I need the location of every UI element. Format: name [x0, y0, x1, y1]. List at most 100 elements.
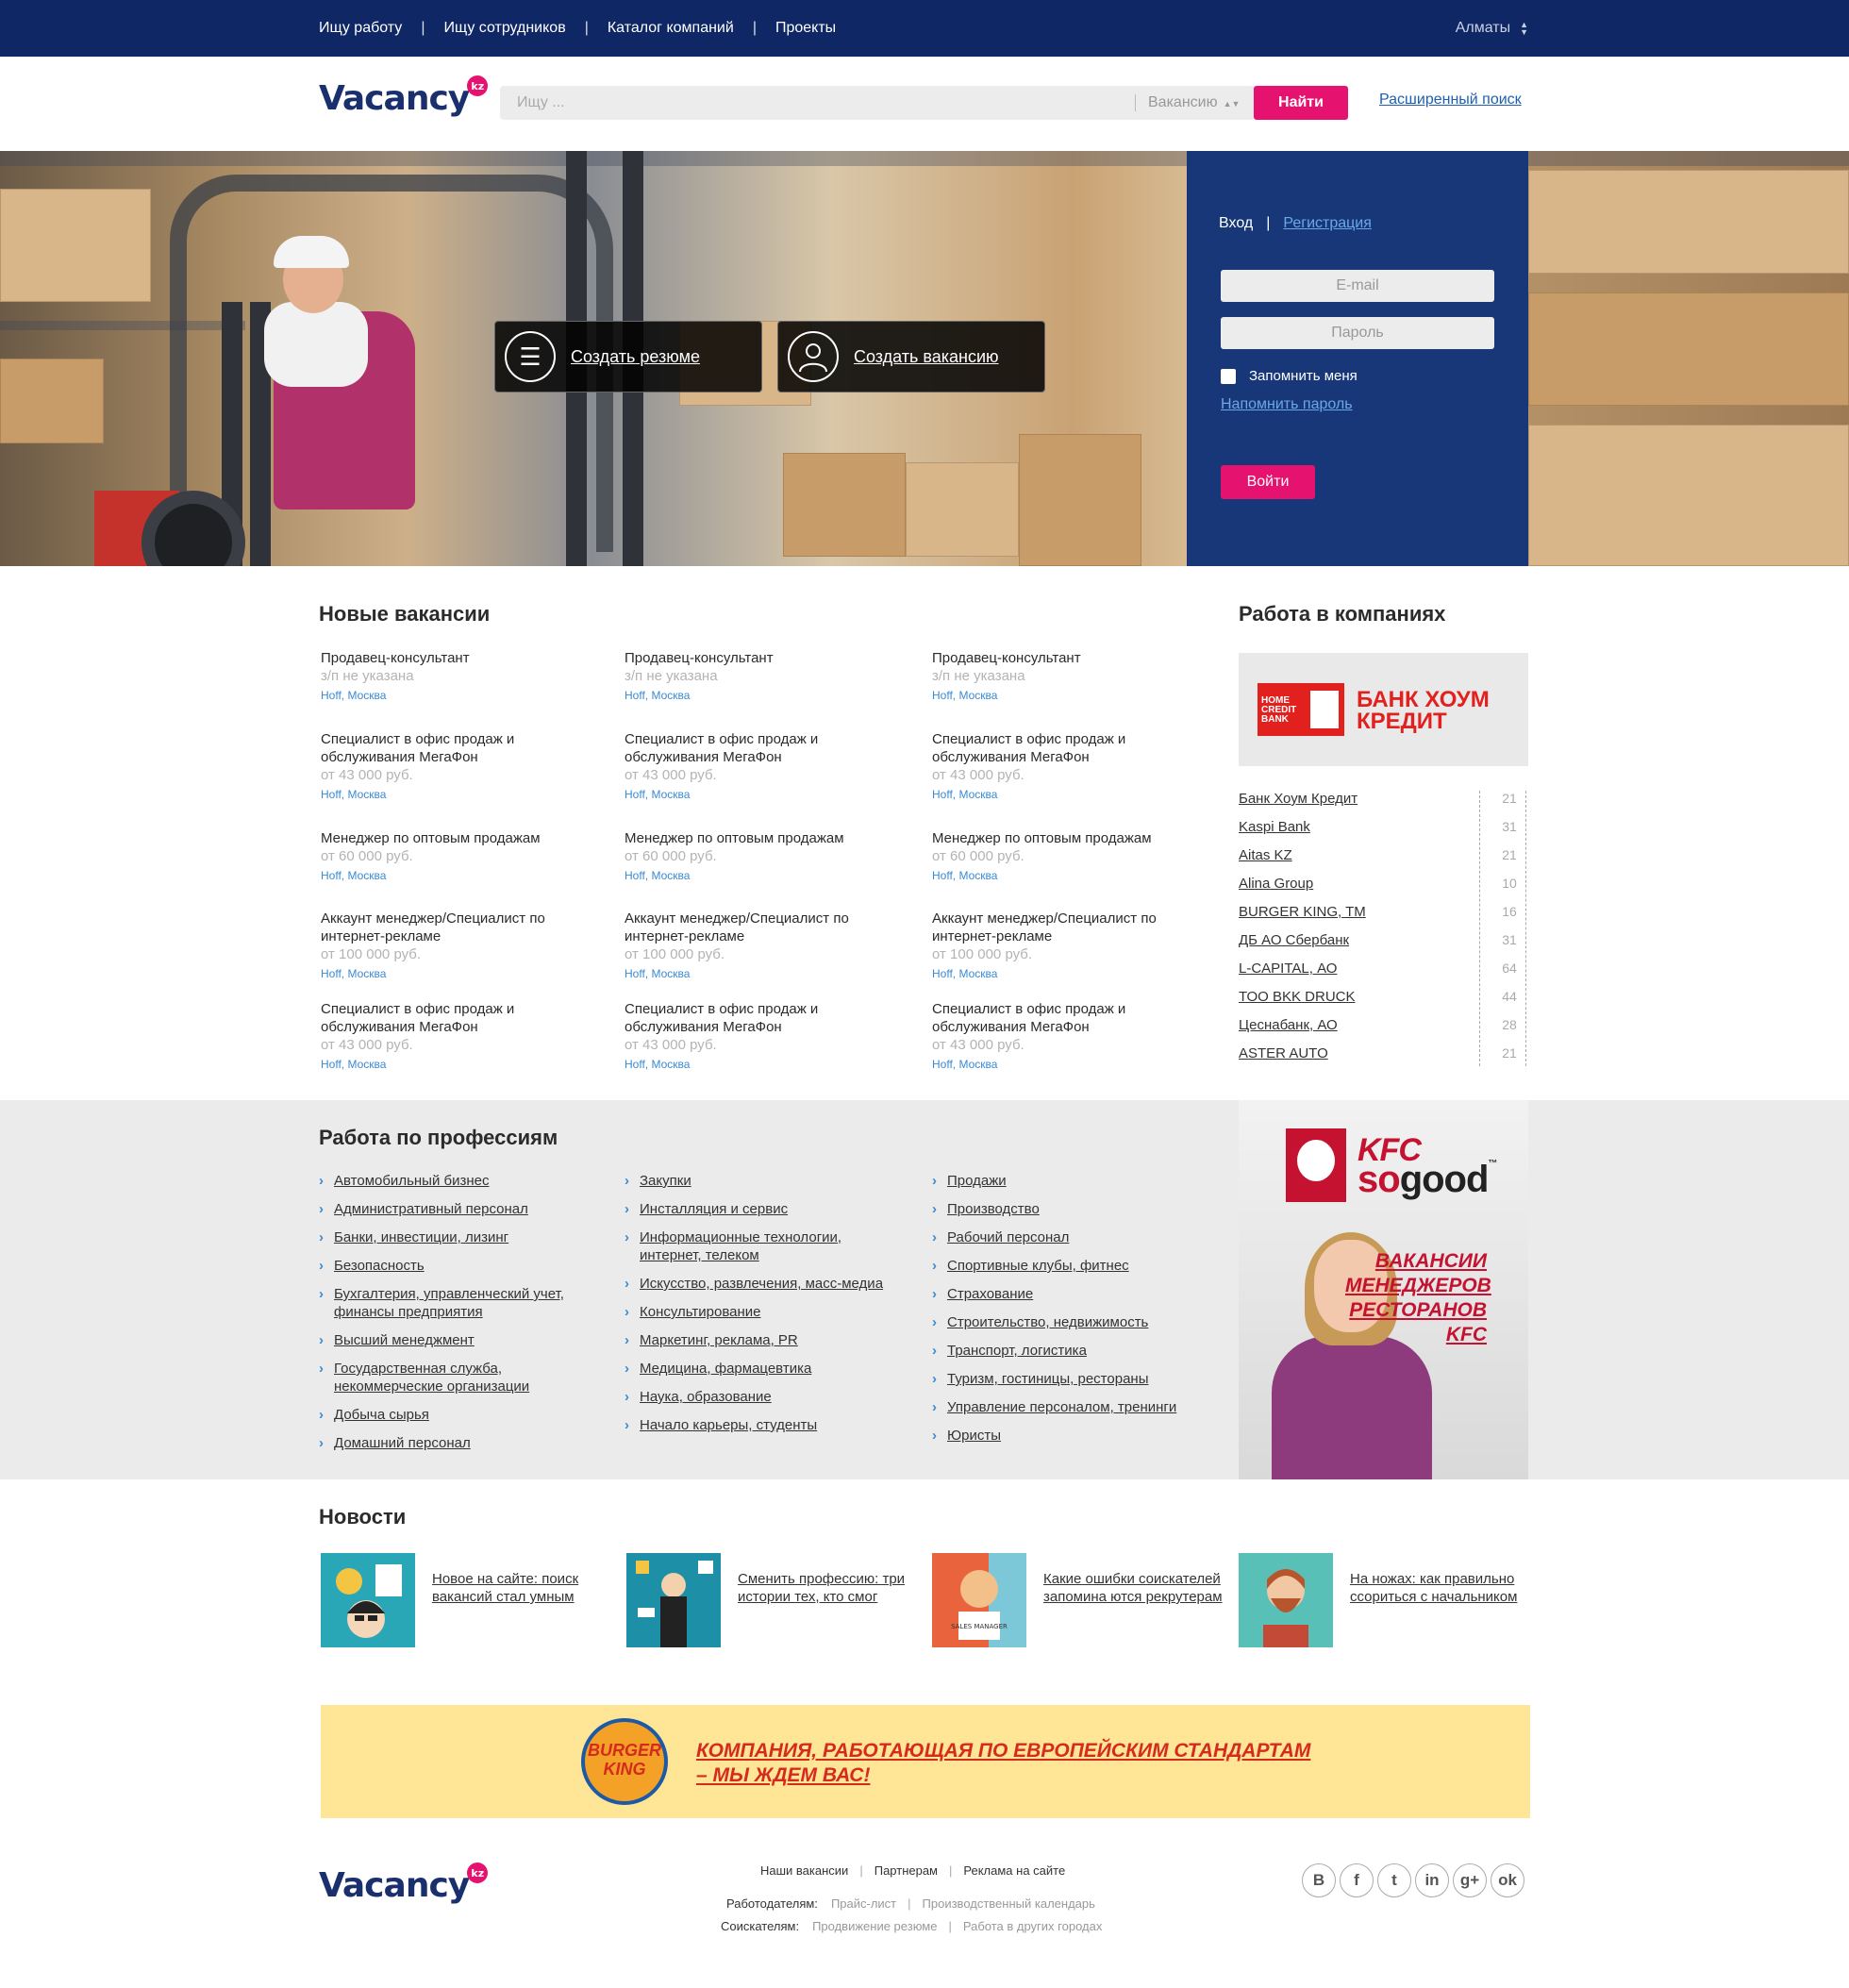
linkedin-icon[interactable]: in — [1415, 1863, 1449, 1897]
home-credit-promo[interactable]: HOME CREDIT BANK БАНК ХОУМ КРЕДИТ — [1239, 653, 1528, 766]
profession-link[interactable]: Маркетинг, реклама, PR — [625, 1331, 798, 1349]
profession-link[interactable]: Автомобильный бизнес — [319, 1172, 489, 1190]
profession-link[interactable]: Начало карьеры, студенты — [625, 1416, 817, 1434]
profession-link[interactable]: Управление персоналом, тренинги — [932, 1398, 1176, 1416]
vacancy-item[interactable]: Специалист в офис продаж и обслуживания … — [321, 730, 604, 802]
footer-link-calendar[interactable]: Производственный календарь — [923, 1896, 1095, 1911]
profession-link[interactable]: Информационные технологии, интернет, тел… — [625, 1228, 898, 1264]
profession-link[interactable]: Высший менеджмент — [319, 1331, 475, 1349]
vacancy-title[interactable]: Менеджер по оптовым продажам — [321, 829, 604, 847]
create-resume-button[interactable]: ☰ Создать резюме — [494, 321, 762, 393]
vacancy-item[interactable]: Специалист в офис продаж и обслуживания … — [321, 1000, 604, 1072]
facebook-icon[interactable]: f — [1340, 1863, 1374, 1897]
city-selector[interactable]: Алматы ▲ ▼ — [1456, 0, 1528, 57]
profession-link[interactable]: Продажи — [932, 1172, 1007, 1190]
company-row[interactable]: L-CAPITAL, АО 64 — [1239, 961, 1528, 981]
vacancy-company[interactable]: Hoff, Москва — [625, 787, 908, 802]
vacancy-title[interactable]: Менеджер по оптовым продажам — [932, 829, 1215, 847]
vacancy-company[interactable]: Hoff, Москва — [321, 688, 604, 703]
vacancy-company[interactable]: Hoff, Москва — [932, 688, 1215, 703]
tab-register[interactable]: Регистрация — [1283, 215, 1372, 231]
profession-link[interactable]: Страхование — [932, 1285, 1033, 1303]
vacancy-company[interactable]: Hoff, Москва — [321, 787, 604, 802]
company-row[interactable]: Kaspi Bank 31 — [1239, 819, 1528, 840]
profession-link[interactable]: Медицина, фармацевтика — [625, 1360, 811, 1378]
profession-link[interactable]: Наука, образование — [625, 1388, 772, 1406]
vacancy-title[interactable]: Продавец-консультант — [625, 649, 908, 667]
vacancy-title[interactable]: Продавец-консультант — [321, 649, 604, 667]
footer-logo[interactable]: Vacancy kz — [319, 1863, 489, 1905]
profession-link[interactable]: Консультирование — [625, 1303, 761, 1321]
vacancy-title[interactable]: Специалист в офис продаж и обслуживания … — [625, 730, 908, 766]
vacancy-company[interactable]: Hoff, Москва — [932, 787, 1215, 802]
profession-link[interactable]: Банки, инвестиции, лизинг — [319, 1228, 508, 1246]
tab-login[interactable]: Вход — [1219, 215, 1253, 231]
profession-link[interactable]: Туризм, гостиницы, рестораны — [932, 1370, 1148, 1388]
profession-link[interactable]: Транспорт, логистика — [932, 1342, 1087, 1360]
vacancy-company[interactable]: Hoff, Москва — [625, 966, 908, 981]
profession-link[interactable]: Спортивные клубы, фитнес — [932, 1257, 1129, 1275]
nav-find-employees[interactable]: Ищу сотрудников — [443, 20, 565, 37]
company-row[interactable]: ASTER AUTO 21 — [1239, 1045, 1528, 1066]
vacancy-company[interactable]: Hoff, Москва — [321, 1057, 604, 1072]
nav-find-job[interactable]: Ищу работу — [319, 20, 402, 37]
vacancy-title[interactable]: Аккаунт менеджер/Специалист по интернет-… — [932, 910, 1215, 945]
vacancy-item[interactable]: Специалист в офис продаж и обслуживания … — [932, 1000, 1215, 1072]
vacancy-item[interactable]: Специалист в офис продаж и обслуживания … — [625, 730, 908, 802]
company-name[interactable]: ТОО BKK DRUCK — [1239, 989, 1356, 1005]
advanced-search-link[interactable]: Расширенный поиск — [1379, 92, 1522, 109]
company-row[interactable]: ДБ АО Сбербанк 31 — [1239, 932, 1528, 953]
profession-link[interactable]: Безопасность — [319, 1257, 425, 1275]
vacancy-title[interactable]: Специалист в офис продаж и обслуживания … — [321, 1000, 604, 1036]
company-name[interactable]: Aitas KZ — [1239, 847, 1292, 863]
vacancy-title[interactable]: Аккаунт менеджер/Специалист по интернет-… — [625, 910, 908, 945]
vacancy-item[interactable]: Менеджер по оптовым продажам от 60 000 ру… — [321, 829, 604, 883]
footer-link-advertising[interactable]: Реклама на сайте — [963, 1863, 1065, 1878]
vacancy-title[interactable]: Менеджер по оптовым продажам — [625, 829, 908, 847]
vacancy-item[interactable]: Продавец-консультант з/п не указана Hoff, … — [321, 649, 604, 703]
vacancy-title[interactable]: Специалист в офис продаж и обслуживания … — [932, 730, 1215, 766]
vacancy-company[interactable]: Hoff, Москва — [321, 868, 604, 883]
search-type-select[interactable]: Вакансию ▲▼ — [1148, 86, 1240, 120]
news-link[interactable]: Какие ошибки соискателей запомина ются р… — [1043, 1570, 1223, 1606]
vacancy-company[interactable]: Hoff, Москва — [625, 688, 908, 703]
company-name[interactable]: BURGER KING, TM — [1239, 904, 1366, 920]
company-row[interactable]: Aitas KZ 21 — [1239, 847, 1528, 868]
profession-link[interactable]: Рабочий персонал — [932, 1228, 1069, 1246]
vk-icon[interactable]: B — [1302, 1863, 1336, 1897]
profession-link[interactable]: Добыча сырья — [319, 1406, 429, 1424]
remember-checkbox[interactable] — [1221, 368, 1236, 384]
news-link[interactable]: На ножах: как правильно ссориться с нача… — [1350, 1570, 1529, 1606]
twitter-icon[interactable]: t — [1377, 1863, 1411, 1897]
search-input[interactable]: Ищу ... — [517, 86, 565, 120]
vacancy-company[interactable]: Hoff, Москва — [625, 868, 908, 883]
vacancy-item[interactable]: Аккаунт менеджер/Специалист по интернет-… — [625, 910, 908, 981]
profession-link[interactable]: Домашний персонал — [319, 1434, 471, 1452]
vacancy-title[interactable]: Аккаунт менеджер/Специалист по интернет-… — [321, 910, 604, 945]
profession-link[interactable]: Строительство, недвижимость — [932, 1313, 1148, 1331]
company-name[interactable]: L-CAPITAL, АО — [1239, 961, 1337, 977]
news-link[interactable]: Новое на сайте: поиск вакансий стал умны… — [432, 1570, 611, 1606]
vacancy-company[interactable]: Hoff, Москва — [625, 1057, 908, 1072]
company-name[interactable]: ДБ АО Сбербанк — [1239, 932, 1349, 948]
company-name[interactable]: ASTER AUTO — [1239, 1045, 1328, 1061]
company-row[interactable]: Банк Хоум Кредит 21 — [1239, 791, 1528, 811]
vacancy-title[interactable]: Специалист в офис продаж и обслуживания … — [321, 730, 604, 766]
vacancy-item[interactable]: Аккаунт менеджер/Специалист по интернет-… — [932, 910, 1215, 981]
nav-projects[interactable]: Проекты — [775, 20, 836, 37]
company-name[interactable]: Банк Хоум Кредит — [1239, 791, 1358, 807]
vacancy-title[interactable]: Специалист в офис продаж и обслуживания … — [625, 1000, 908, 1036]
company-row[interactable]: BURGER KING, TM 16 — [1239, 904, 1528, 925]
email-field[interactable]: E-mail — [1221, 270, 1494, 302]
login-button[interactable]: Войти — [1221, 465, 1315, 499]
footer-link-our-vacancies[interactable]: Наши вакансии — [760, 1863, 848, 1878]
vacancy-title[interactable]: Специалист в офис продаж и обслуживания … — [932, 1000, 1215, 1036]
profession-link[interactable]: Инсталляция и сервис — [625, 1200, 788, 1218]
site-logo[interactable]: Vacancy kz — [319, 75, 489, 118]
vacancy-item[interactable]: Продавец-консультант з/п не указана Hoff, … — [625, 649, 908, 703]
profession-link[interactable]: Административный персонал — [319, 1200, 528, 1218]
password-field[interactable]: Пароль — [1221, 317, 1494, 349]
news-link[interactable]: Сменить профессию: три истории тех, кто … — [738, 1570, 917, 1606]
vacancy-item[interactable]: Специалист в офис продаж и обслуживания … — [625, 1000, 908, 1072]
create-vacancy-button[interactable]: Создать вакансию — [777, 321, 1045, 393]
